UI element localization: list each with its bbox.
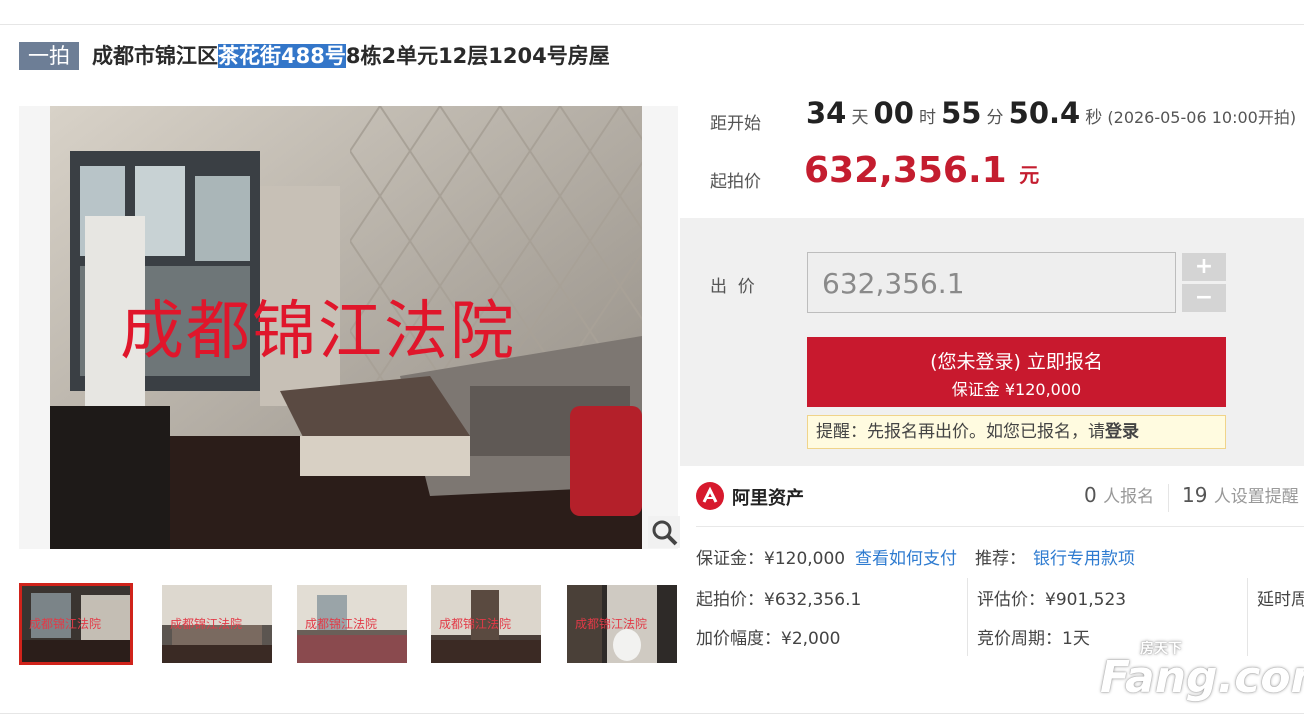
minus-icon: − [1194,285,1214,310]
countdown-days: 34 [806,96,847,130]
register-button[interactable]: (您未登录) 立即报名 保证金 ¥120,000 [807,337,1226,407]
signup-count-value: 0 [1084,483,1097,507]
start-price-info: 起拍价：¥632,356.1 [696,590,862,610]
login-link[interactable]: 登录 [1105,422,1139,442]
days-unit: 天 [851,108,869,128]
top-divider [0,24,1304,25]
bid-period-info: 竞价周期：1天 [977,629,1090,649]
thumbnail-watermark: 成都锦江法院 [29,617,102,631]
fang-watermark-logo: 房天下 Fang.com [1100,641,1304,703]
start-price: 632,356.1 元 [804,150,1039,191]
bid-input[interactable]: 632,356.1 [807,252,1176,313]
plus-icon: + [1194,254,1214,279]
bank-payment-link[interactable]: 银行专用款项 [1033,544,1135,569]
bottom-divider [0,713,1304,714]
countdown-timer: 34 天 00 时 55 分 50.4 秒 (2026-05-06 10:00开… [806,96,1296,130]
zoom-button[interactable] [648,516,680,548]
countdown-hours: 00 [873,96,914,130]
appraisal-info: 评估价：¥901,523 [977,590,1127,610]
countdown-minutes: 55 [941,96,982,130]
countdown-seconds: 50.4 [1008,96,1081,130]
recommend-label: 推荐： [975,549,1026,569]
register-button-label: (您未登录) 立即报名 [930,351,1103,373]
magnifier-icon [652,520,678,546]
how-to-pay-link[interactable]: 查看如何支付 [855,544,957,569]
auction-round-badge: 一拍 [19,42,79,70]
fang-watermark-cn: 房天下 [1140,641,1182,657]
thumbnail-watermark: 成都锦江法院 [575,617,648,631]
decrease-bid-button[interactable]: − [1182,284,1226,312]
increase-bid-button[interactable]: + [1182,253,1226,281]
bid-label: 出 价 [710,277,755,297]
thumbnail-4[interactable]: 成都锦江法院 [431,585,541,663]
signup-count: 0 人报名 [1084,482,1154,507]
thumbnail-watermark: 成都锦江法院 [439,617,512,631]
thumbnail-5[interactable]: 成都锦江法院 [567,585,677,663]
reminder-count: 19 人设置提醒 [1182,482,1299,507]
thumbnail-watermark: 成都锦江法院 [305,617,378,631]
details-divider-2 [1247,578,1248,656]
details-divider-1 [967,578,968,656]
fang-watermark-en: Fang.com [1100,652,1304,703]
deposit-info: 保证金：¥120,000 [696,549,846,569]
thumbnail-watermark: 成都锦江法院 [170,617,243,631]
seller-divider [696,526,1304,527]
thumbnail-1[interactable]: 成都锦江法院 [19,583,133,665]
start-time-note: (2026-05-06 10:00开拍) [1107,108,1297,127]
title-district: 成都市锦江区 [92,44,218,68]
reminder-count-value: 19 [1182,483,1208,507]
title-unit: 8栋2单元12层1204号房屋 [345,44,610,68]
count-divider [1168,484,1169,512]
minutes-unit: 分 [986,108,1004,128]
hours-unit: 时 [919,108,936,128]
start-price-label: 起拍价 [710,172,761,192]
page-title: 成都市锦江区茶花街488号8栋2单元12层1204号房屋 [92,40,610,72]
reminder-count-label: 人设置提醒 [1213,487,1299,507]
register-deposit-label: 保证金 ¥120,000 [951,380,1082,399]
countdown-label: 距开始 [710,114,761,134]
increment-info: 加价幅度：¥2,000 [696,629,841,649]
reminder-text: 提醒：先报名再出价。如您已报名，请 [816,422,1105,442]
signup-count-label: 人报名 [1103,487,1155,507]
reminder-bar: 提醒：先报名再出价。如您已报名，请登录 [807,415,1226,449]
seller-name[interactable]: 阿里资产 [732,484,804,510]
start-price-value: 632,356.1 [804,150,1007,191]
extension-info: 延时周 [1257,590,1304,610]
seconds-unit: 秒 [1085,108,1103,128]
photo-watermark: 成都锦江法院 [120,295,516,369]
thumbnail-2[interactable]: 成都锦江法院 [162,585,272,663]
start-price-unit: 元 [1019,163,1040,187]
thumbnail-3[interactable]: 成都锦江法院 [297,585,407,663]
ali-assets-logo-icon [696,482,724,510]
title-address-selected[interactable]: 茶花街488号 [218,44,346,68]
